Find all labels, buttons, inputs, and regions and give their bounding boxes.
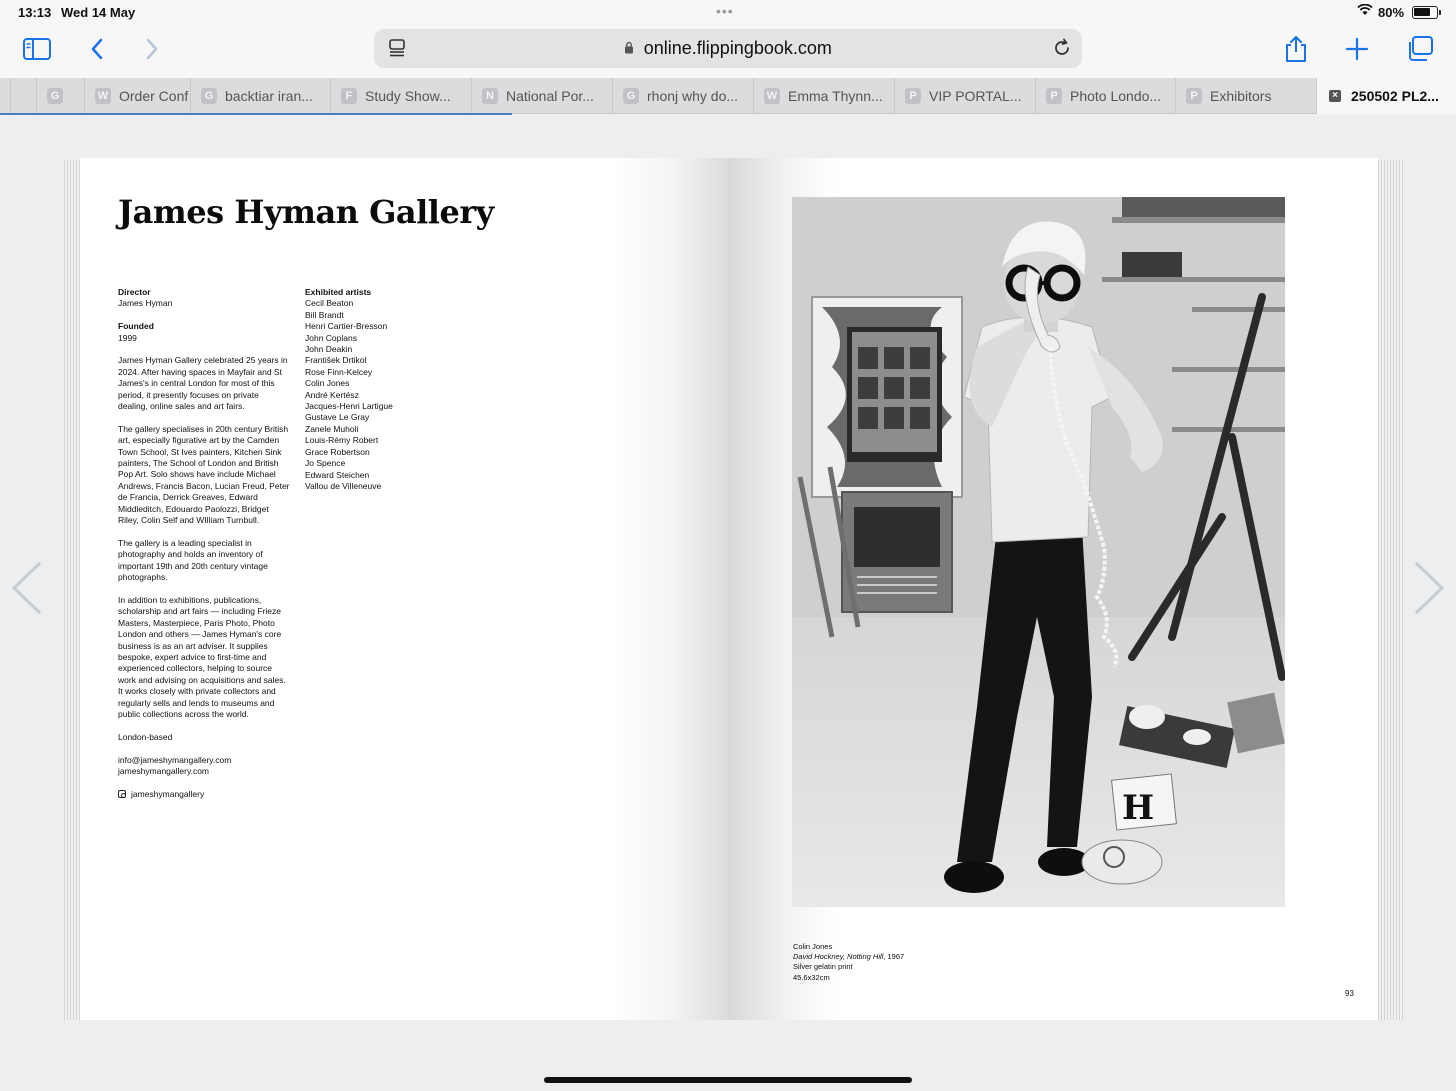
url-text: online.flippingbook.com xyxy=(643,38,832,58)
location-text: London-based xyxy=(118,731,173,742)
status-date: Wed 14 May xyxy=(61,5,136,20)
artist-item: Jacques-Henri Lartigue xyxy=(305,401,393,412)
page-stack-left xyxy=(64,160,80,1020)
photograph-illustration: H xyxy=(792,197,1285,907)
tab-favicon: G xyxy=(201,88,217,104)
back-icon[interactable] xyxy=(90,38,104,65)
tab-9[interactable]: P Photo Londo... xyxy=(1035,78,1175,114)
browser-toolbar: online.flippingbook.com xyxy=(0,26,1456,78)
previous-page-icon[interactable] xyxy=(10,560,44,629)
founded-label: Founded xyxy=(118,321,154,332)
caption-work-year: , 1967 xyxy=(883,952,905,962)
artist-item: Gustave Le Gray xyxy=(305,412,370,423)
forward-icon[interactable] xyxy=(145,38,159,65)
lock-icon xyxy=(624,41,638,57)
artist-item: Rose Finn-Kelcey xyxy=(305,366,373,377)
artist-item: Zanele Muholi xyxy=(305,423,359,434)
home-indicator[interactable] xyxy=(544,1077,912,1083)
status-bar: 13:13 Wed 14 May ••• 80% xyxy=(0,0,1456,26)
tab-favicon: P xyxy=(1046,88,1062,104)
photograph: H xyxy=(792,197,1285,907)
caption-work-title: David Hockney, Notting Hill xyxy=(793,952,884,962)
page-stack-right xyxy=(1376,160,1404,1020)
status-time: 13:13 xyxy=(18,5,52,20)
tab-favicon: P xyxy=(905,88,921,104)
instagram-handle: jameshymangallery xyxy=(131,788,205,799)
next-page-icon[interactable] xyxy=(1412,560,1446,629)
reload-icon[interactable] xyxy=(1052,38,1072,63)
battery-icon xyxy=(1412,6,1438,19)
artists-label: Exhibited artists xyxy=(305,287,372,297)
caption-artist: Colin Jones xyxy=(793,942,833,951)
artist-item: Louis-Rémy Robert xyxy=(305,435,379,446)
tab-bar: G W Order Conf Gbacktiar iran... F Study S… xyxy=(0,78,1456,114)
director-name: James Hyman xyxy=(118,298,173,309)
caption-dimensions: 45.6x32cm xyxy=(793,972,830,982)
close-tab-icon[interactable]: × xyxy=(1329,90,1341,102)
battery-nub xyxy=(1439,10,1441,15)
page-number: 93 xyxy=(1345,989,1354,998)
artist-item: Cecil Beaton xyxy=(305,298,354,309)
tab-2[interactable]: W Order Conf xyxy=(84,78,190,114)
caption-title-row: David Hockney, Notting Hill, 1967 xyxy=(793,952,904,962)
artist-item: André Kertész xyxy=(305,389,359,400)
gallery-info-column: Director James Hyman Founded 1999 James … xyxy=(118,287,290,800)
instagram-icon xyxy=(118,790,126,799)
url-display[interactable]: online.flippingbook.com xyxy=(374,38,1082,59)
tab-8[interactable]: P VIP PORTAL... xyxy=(894,78,1035,114)
artist-item: John Deakin xyxy=(305,344,353,355)
battery-percentage: 80% xyxy=(1378,5,1405,20)
description-paragraph-3: The gallery is a leading specialist in p… xyxy=(118,537,268,583)
tab-favicon: F xyxy=(341,88,357,104)
website-link[interactable]: jameshymangallery.com xyxy=(118,766,290,777)
director-label: Director xyxy=(118,287,151,297)
tab-favicon: N xyxy=(482,88,498,104)
artist-item: Henri Cartier-Bresson xyxy=(305,321,388,332)
description-paragraph-4: In addition to exhibitions, publications… xyxy=(118,594,286,719)
gallery-title: James Hyman Gallery xyxy=(118,193,494,231)
description-paragraph-2: The gallery specialises in 20th century … xyxy=(118,423,290,526)
tab-6[interactable]: Grhonj why do... xyxy=(612,78,753,114)
description-paragraph-1: James Hyman Gallery celebrated 25 years … xyxy=(118,355,288,412)
artist-item: Jo Spence xyxy=(305,458,346,469)
multitasking-dots-icon[interactable]: ••• xyxy=(716,3,734,19)
tab-1[interactable]: G xyxy=(36,78,84,114)
artist-item: Bill Brandt xyxy=(305,309,344,320)
tab-4[interactable]: F Study Show... xyxy=(330,78,471,114)
wifi-icon xyxy=(1357,3,1373,19)
svg-text:H: H xyxy=(1122,788,1154,828)
photo-caption: Colin Jones David Hockney, Notting Hill,… xyxy=(793,942,904,983)
tab-active[interactable]: × 250502 PL2... xyxy=(1316,78,1456,114)
tabs-icon[interactable] xyxy=(1406,36,1434,67)
tab-7[interactable]: W Emma Thynn... xyxy=(753,78,894,114)
share-icon[interactable] xyxy=(1284,35,1308,68)
caption-medium: Silver gelatin print xyxy=(793,962,853,972)
artist-item: Vallou de Villeneuve xyxy=(305,480,382,491)
instagram-row[interactable]: jameshymangallery xyxy=(118,789,290,800)
tab-favicon: W xyxy=(764,88,780,104)
tab-5[interactable]: N National Por... xyxy=(471,78,612,114)
address-bar[interactable]: online.flippingbook.com xyxy=(374,29,1082,68)
artist-item: Edward Steichen xyxy=(305,469,370,480)
email-link[interactable]: info@jameshymangallery.com xyxy=(118,755,290,766)
tab-10[interactable]: P Exhibitors xyxy=(1175,78,1316,114)
tab-favicon: W xyxy=(95,88,111,104)
tab-favicon: G xyxy=(47,88,63,104)
founded-year: 1999 xyxy=(118,332,137,343)
tab-favicon: P xyxy=(1186,88,1202,104)
tab-3[interactable]: Gbacktiar iran... xyxy=(190,78,330,114)
plus-icon[interactable] xyxy=(1345,37,1369,66)
tab-0[interactable] xyxy=(10,78,36,114)
exhibited-artists-column: Exhibited artists Cecil Beaton Bill Bran… xyxy=(305,287,445,492)
tab-favicon: G xyxy=(623,88,639,104)
loading-progress-bar xyxy=(0,113,512,115)
sidebar-icon[interactable] xyxy=(23,38,51,65)
artist-item: John Coplans xyxy=(305,332,357,343)
artist-item: Grace Robertson xyxy=(305,446,370,457)
artist-item: Colin Jones xyxy=(305,378,350,389)
artist-item: František Drtikol xyxy=(305,355,367,366)
